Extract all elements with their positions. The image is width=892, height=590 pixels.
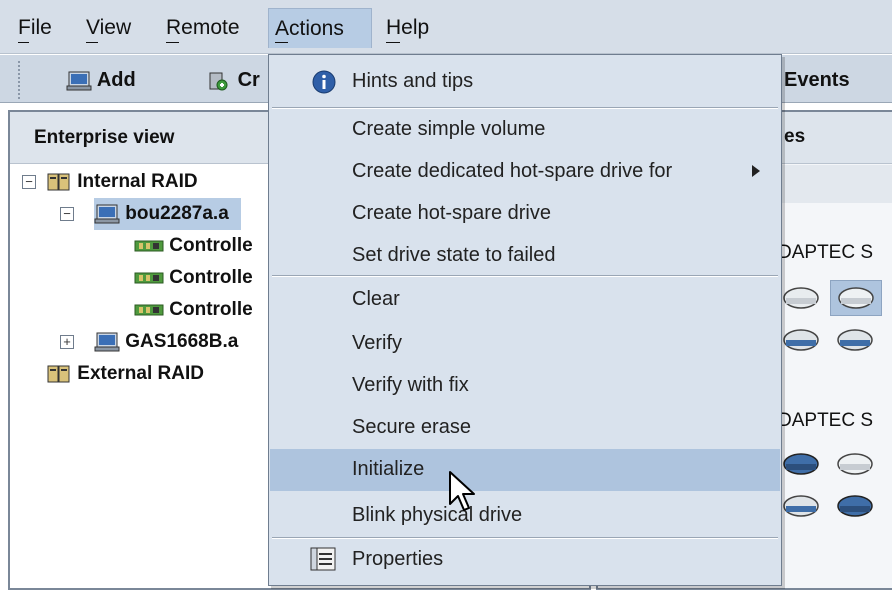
controller-icon (134, 272, 164, 284)
actions-menu: Hints and tips Create simple volume Crea… (268, 54, 782, 586)
panel-header-label: es (784, 126, 806, 147)
drive-icon[interactable] (782, 494, 820, 518)
drive-icon[interactable] (836, 328, 874, 352)
mnemonic-underline (18, 42, 29, 43)
server-icon (94, 204, 120, 224)
info-icon (312, 70, 336, 94)
drive-icon[interactable] (836, 452, 874, 476)
menu-item-verify[interactable]: Verify (270, 323, 780, 363)
tree-item-controller[interactable]: Controlle (134, 262, 253, 294)
drive-icon[interactable] (836, 494, 874, 518)
mnemonic-underline (386, 42, 400, 43)
controller-icon (134, 240, 164, 252)
properties-icon (310, 547, 336, 571)
drive-icon[interactable] (782, 328, 820, 352)
drive-icon[interactable] (782, 452, 820, 476)
tree-item-controller[interactable]: Controlle (134, 230, 253, 262)
menu-separator (272, 275, 778, 277)
tree-item-controller[interactable]: Controlle (134, 294, 253, 326)
menu-item-verify-with-fix[interactable]: Verify with fix (270, 365, 780, 405)
toolbar-grip[interactable] (18, 61, 22, 99)
menu-item-properties[interactable]: Properties (270, 539, 780, 579)
raid-group-icon (47, 365, 70, 383)
expand-icon[interactable]: + (60, 335, 74, 349)
menu-item-create-hot-spare[interactable]: Create hot-spare drive (270, 193, 780, 233)
selected-drive[interactable] (830, 280, 882, 316)
enclosure-label: DAPTEC S (778, 410, 874, 431)
add-server-icon (66, 71, 92, 91)
menu-bar: File View Remote Actions Help (0, 0, 892, 54)
drive-icon (838, 287, 874, 309)
mnemonic-underline (166, 42, 179, 43)
drive-icon[interactable] (782, 286, 820, 310)
menu-item-create-dedicated-hot-spare[interactable]: Create dedicated hot-spare drive for (270, 151, 780, 191)
create-volume-icon (209, 72, 228, 91)
server-icon (94, 332, 120, 352)
submenu-arrow-icon (752, 165, 760, 177)
menu-item-initialize[interactable]: Initialize (270, 449, 780, 491)
menu-item-create-simple-volume[interactable]: Create simple volume (270, 109, 780, 149)
menu-item-blink-physical-drive[interactable]: Blink physical drive (270, 495, 780, 535)
collapse-icon[interactable]: − (60, 207, 74, 221)
enclosure-label: DAPTEC S (778, 242, 874, 263)
menu-item-secure-erase[interactable]: Secure erase (270, 407, 780, 447)
collapse-icon[interactable]: − (22, 175, 36, 189)
add-button[interactable]: Add (66, 63, 136, 97)
menu-item-clear[interactable]: Clear (270, 279, 780, 319)
tree-item-external-raid[interactable]: External RAID (46, 358, 204, 390)
create-button[interactable]: Cr (206, 63, 260, 97)
menu-item-set-drive-failed[interactable]: Set drive state to failed (270, 235, 780, 275)
raid-group-icon (47, 173, 70, 191)
mnemonic-underline (275, 42, 288, 43)
menu-item-hints-and-tips[interactable]: Hints and tips (270, 61, 780, 101)
controller-icon (134, 304, 164, 316)
mnemonic-underline (86, 42, 98, 43)
events-button[interactable]: Events (784, 63, 850, 97)
mouse-cursor-icon (449, 471, 475, 511)
